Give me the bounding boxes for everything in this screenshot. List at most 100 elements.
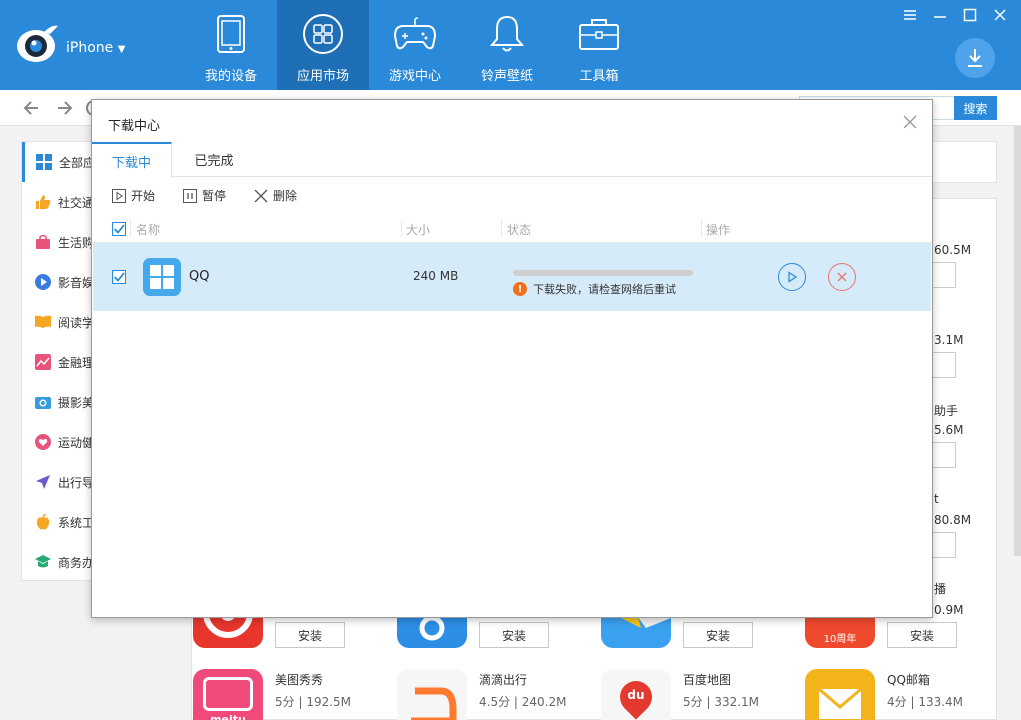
dialog-actions: 开始 暂停 删除: [112, 187, 325, 204]
meitu-app-icon: meitu: [193, 669, 263, 720]
table-header: 名称 大小 状态 操作: [92, 213, 932, 243]
play-square-icon: [112, 188, 126, 203]
nav-label: 我的设备: [204, 69, 257, 84]
tablet-icon: [209, 12, 253, 56]
column-size: 大小: [406, 223, 431, 237]
sidebar-item-label: 金融理: [58, 355, 95, 370]
resume-button[interactable]: [778, 263, 806, 291]
column-status: 状态: [507, 223, 532, 237]
sidebar-item-label: 社交通: [58, 195, 95, 210]
pause-square-icon: [183, 188, 198, 203]
bell-icon: [485, 12, 529, 56]
nav-label: 应用市场: [296, 69, 349, 84]
play-circle-icon: [34, 273, 52, 291]
thumbs-up-icon: [34, 193, 52, 211]
app-name: 美图秀秀: [275, 673, 324, 687]
row-app-name: QQ: [189, 269, 210, 284]
peek-text: t: [934, 492, 939, 506]
nav-game-center[interactable]: 游戏中心: [369, 0, 461, 90]
apps-grid-icon: [301, 12, 345, 56]
heart-icon: [34, 433, 52, 451]
nav-label: 工具箱: [579, 69, 619, 84]
app-card[interactable]: QQ邮箱 4分 | 133.4M: [805, 669, 1000, 720]
sidebar-item-label: 系统工: [58, 515, 95, 530]
window-controls: [895, 4, 1015, 26]
peek-text: 5.6M: [934, 423, 964, 437]
dialog-tabs: 下载中 已完成: [92, 142, 932, 178]
dialog-title: 下载中心: [108, 119, 161, 134]
x-icon: [254, 189, 268, 203]
install-button[interactable]: 安装: [275, 622, 345, 648]
app-meta: 5分 | 192.5M: [275, 695, 352, 709]
pause-label: 暂停: [202, 189, 227, 203]
cancel-download-button[interactable]: [828, 263, 856, 291]
back-arrow-icon[interactable]: [22, 98, 42, 118]
column-name: 名称: [136, 223, 161, 237]
app-icon-text: meitu: [210, 713, 246, 720]
install-button[interactable]: 安装: [683, 622, 753, 648]
device-name: iPhone: [66, 40, 114, 56]
close-window-icon[interactable]: [985, 4, 1015, 26]
install-button[interactable]: 安装: [887, 622, 957, 648]
row-size: 240 MB: [413, 269, 459, 283]
nav-app-market[interactable]: 应用市场: [277, 0, 369, 90]
warning-icon: !: [513, 282, 527, 296]
device-selector[interactable]: iPhone ▼: [66, 40, 125, 56]
app-card[interactable]: du 百度地图 5分 | 332.1M: [601, 669, 796, 720]
sidebar-item-label: 运动健: [58, 435, 95, 450]
tab-downloading[interactable]: 下载中: [92, 142, 172, 178]
main-nav: 我的设备 应用市场 游戏中心 铃声壁纸 工具箱: [185, 0, 645, 90]
menu-icon[interactable]: [895, 4, 925, 26]
toolbox-icon: [577, 12, 621, 56]
app-card[interactable]: meitu 美图秀秀 5分 | 192.5M: [193, 669, 388, 720]
gamepad-icon: [393, 12, 437, 56]
start-button[interactable]: 开始: [112, 187, 155, 204]
app-name: QQ邮箱: [887, 673, 930, 687]
nav-ringtones[interactable]: 铃声壁纸: [461, 0, 553, 90]
pause-button[interactable]: 暂停: [183, 187, 226, 204]
nav-my-device[interactable]: 我的设备: [185, 0, 277, 90]
maximize-icon[interactable]: [955, 4, 985, 26]
didi-app-icon: [397, 669, 467, 720]
error-message: ! 下载失败，请检查网络后重试: [513, 281, 676, 297]
sidebar-item-label: 生活购: [58, 235, 95, 250]
search-button[interactable]: 搜索: [954, 96, 997, 120]
app-card[interactable]: 滴滴出行 4.5分 | 240.2M: [397, 669, 592, 720]
start-label: 开始: [131, 189, 156, 203]
scrollbar[interactable]: [1014, 126, 1021, 556]
itools-logo-icon: [14, 20, 62, 64]
qq-app-icon: [143, 258, 181, 296]
sidebar-item-label: 摄影美: [58, 395, 95, 410]
nav-toolbox[interactable]: 工具箱: [553, 0, 645, 90]
select-all-checkbox[interactable]: [112, 222, 126, 236]
row-checkbox[interactable]: [112, 270, 126, 284]
play-icon: [788, 271, 798, 283]
tab-completed[interactable]: 已完成: [174, 142, 254, 177]
peek-text: 80.8M: [934, 513, 972, 527]
column-ops: 操作: [706, 223, 731, 237]
table-row[interactable]: QQ 240 MB ! 下载失败，请检查网络后重试: [93, 243, 931, 311]
app-name: 滴滴出行: [479, 673, 528, 687]
forward-arrow-icon[interactable]: [54, 98, 74, 118]
baidu-map-app-icon: du: [601, 669, 671, 720]
progress-bar: [513, 270, 693, 276]
minimize-icon[interactable]: [925, 4, 955, 26]
graduation-cap-icon: [34, 553, 52, 571]
sidebar-item-label: 影音娱: [58, 275, 95, 290]
nav-label: 游戏中心: [388, 69, 441, 84]
checkmark-icon: [113, 272, 125, 282]
peek-text: 助手: [934, 404, 959, 418]
download-manager-button[interactable]: [955, 38, 995, 78]
peek-text: 60.5M: [934, 243, 972, 257]
chart-icon: [34, 353, 52, 371]
close-icon: [837, 272, 847, 282]
top-bar: iPhone ▼ 我的设备 应用市场 游戏中心 铃声壁纸 工具箱: [0, 0, 1021, 90]
sidebar-item-label: 出行导: [58, 475, 95, 490]
app-icon-text: du: [627, 688, 645, 702]
checkmark-icon: [113, 224, 125, 234]
close-icon[interactable]: [902, 114, 918, 130]
peek-text: 3.1M: [934, 333, 964, 347]
delete-button[interactable]: 删除: [254, 187, 297, 204]
sidebar-item-label: 全部应: [59, 155, 96, 170]
install-button[interactable]: 安装: [479, 622, 549, 648]
